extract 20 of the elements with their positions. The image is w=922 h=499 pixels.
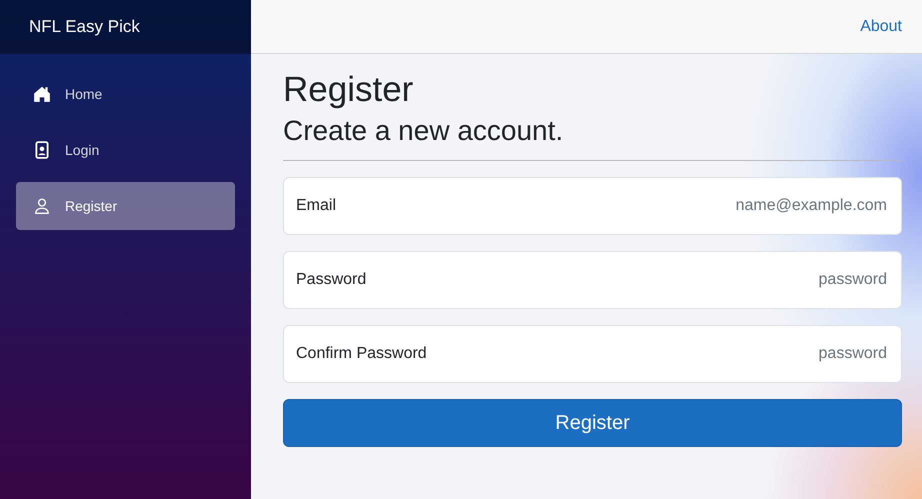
person-icon [33,197,51,215]
form-field[interactable]: Confirm Password password [283,324,902,383]
house-icon [33,85,51,103]
input-field[interactable]: name@example.com [336,192,889,219]
brand-title: NFL Easy Pick [29,16,140,38]
about-link[interactable]: About [860,14,902,38]
page-subtitle: Create a new account. [283,114,564,148]
nav-item[interactable]: Login [16,126,235,174]
id-badge-icon [33,141,51,159]
form-field[interactable]: Password password [283,250,902,309]
page-title: Register [283,70,414,110]
form-field[interactable]: Email name@example.com [283,176,902,235]
register-button[interactable]: Register [283,398,902,447]
field-label: Email [296,196,336,216]
field-label: Confirm Password [296,344,427,364]
input-field[interactable]: password [426,340,889,367]
nav-item[interactable]: Register [16,182,235,230]
nav-item[interactable]: Home [16,70,235,118]
input-field[interactable]: password [366,266,889,293]
field-label: Password [296,270,366,290]
